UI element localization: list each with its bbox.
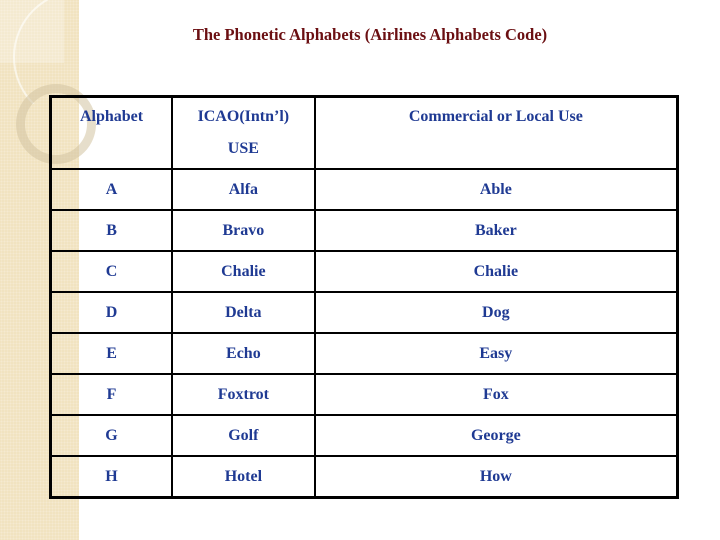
table-row: D Delta Dog [49, 291, 679, 334]
cell-letter: E [49, 332, 174, 375]
cell-icao: Delta [171, 291, 316, 334]
table-row: G Golf George [49, 414, 679, 457]
cell-commercial: Chalie [313, 250, 679, 293]
header-commercial: Commercial or Local Use [313, 95, 679, 170]
cell-commercial: How [313, 455, 679, 499]
table-header-row: Alphabet ICAO(Intn’l) USE Commercial or … [49, 95, 679, 170]
table-row: A Alfa Able [49, 168, 679, 211]
table-row: H Hotel How [49, 455, 679, 499]
phonetic-alphabet-table: Alphabet ICAO(Intn’l) USE Commercial or … [49, 95, 679, 499]
cell-letter: A [49, 168, 174, 211]
cell-commercial: Easy [313, 332, 679, 375]
cell-commercial: Baker [313, 209, 679, 252]
cell-commercial: Fox [313, 373, 679, 416]
slide-title: The Phonetic Alphabets (Airlines Alphabe… [192, 25, 548, 44]
cell-commercial: George [313, 414, 679, 457]
header-icao: ICAO(Intn’l) USE [171, 95, 316, 170]
header-alphabet: Alphabet [49, 95, 174, 170]
cell-letter: H [49, 455, 174, 499]
cell-letter: B [49, 209, 174, 252]
cell-icao: Chalie [171, 250, 316, 293]
table-row: E Echo Easy [49, 332, 679, 375]
cell-icao: Bravo [171, 209, 316, 252]
cell-icao: Hotel [171, 455, 316, 499]
table-row: F Foxtrot Fox [49, 373, 679, 416]
cell-icao: Golf [171, 414, 316, 457]
cell-icao: Foxtrot [171, 373, 316, 416]
cell-commercial: Able [313, 168, 679, 211]
cell-icao: Alfa [171, 168, 316, 211]
cell-letter: D [49, 291, 174, 334]
cell-letter: F [49, 373, 174, 416]
table-row: C Chalie Chalie [49, 250, 679, 293]
cell-letter: C [49, 250, 174, 293]
table-row: B Bravo Baker [49, 209, 679, 252]
cell-commercial: Dog [313, 291, 679, 334]
cell-icao: Echo [171, 332, 316, 375]
cell-letter: G [49, 414, 174, 457]
